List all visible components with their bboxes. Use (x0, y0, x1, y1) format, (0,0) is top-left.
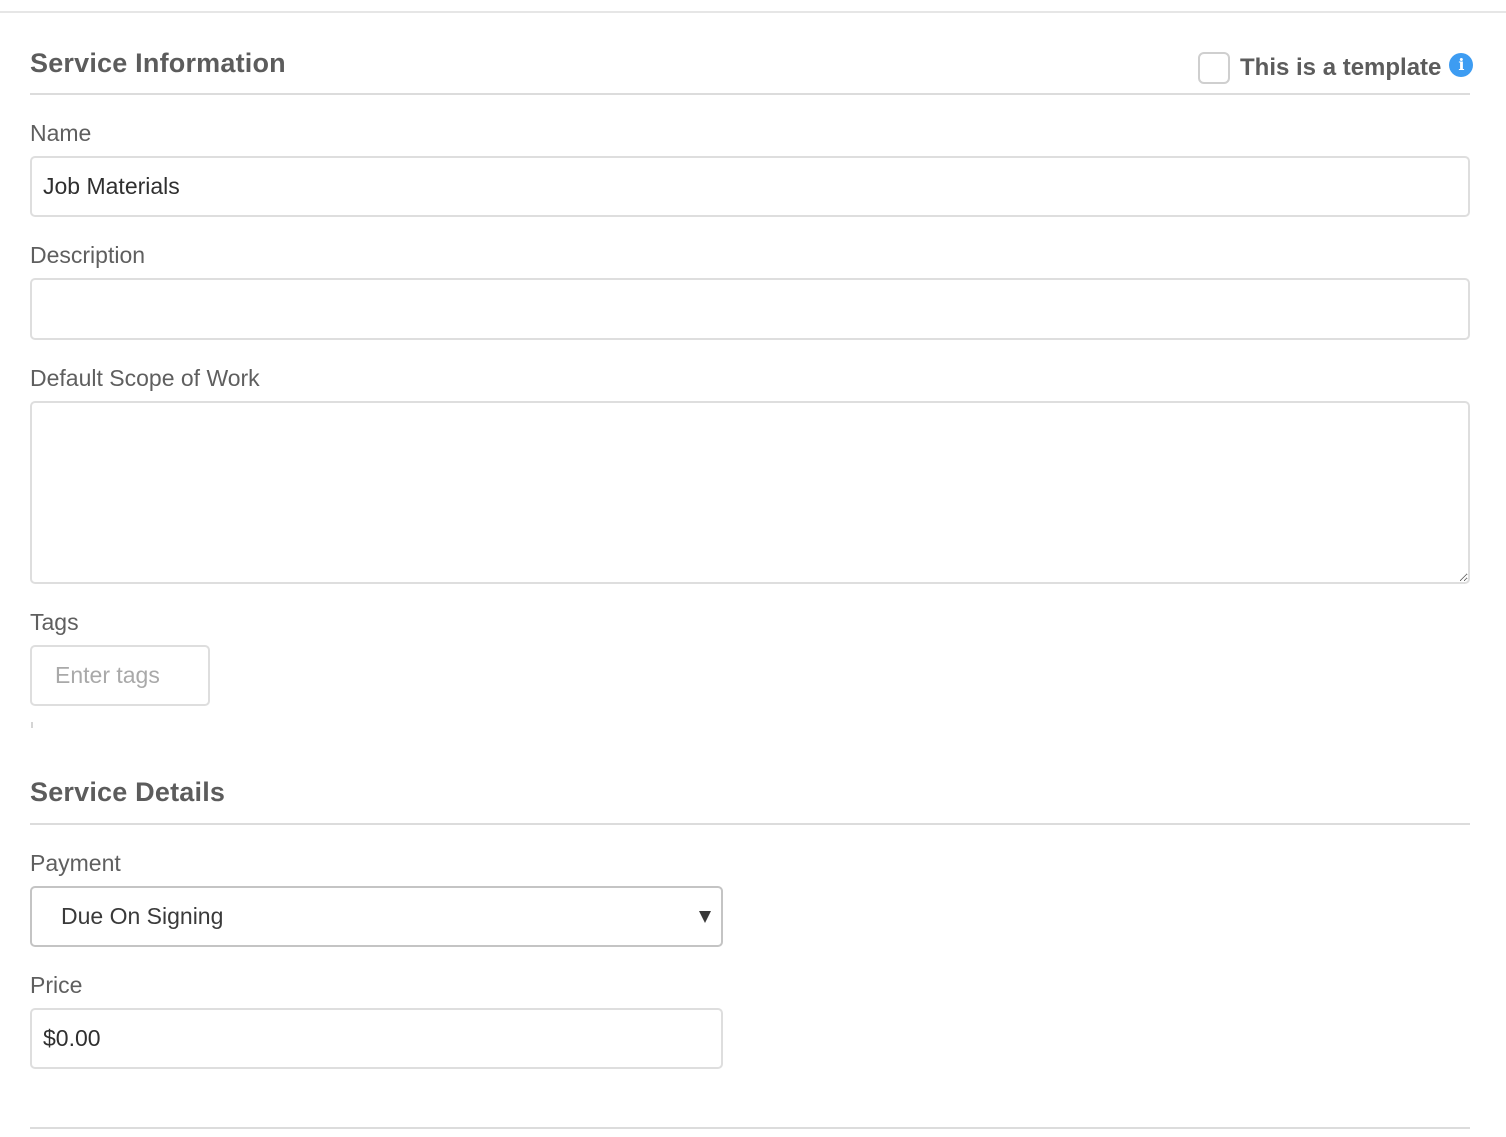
service-details-heading: Service Details (30, 777, 226, 807)
template-checkbox-control[interactable]: This is a template i (1198, 49, 1474, 86)
top-divider (0, 11, 1506, 13)
default-scope-of-work-textarea[interactable] (30, 401, 1470, 584)
payment-selected-value: Due On Signing (61, 903, 224, 929)
template-checkbox-label: This is a template (1240, 53, 1442, 81)
name-input[interactable] (30, 156, 1470, 217)
price-input[interactable] (30, 1008, 723, 1069)
payment-label: Payment (30, 850, 121, 876)
service-information-heading: Service Information (30, 48, 286, 78)
bottom-divider (30, 1127, 1470, 1129)
description-input[interactable] (30, 278, 1470, 340)
service-information-divider (30, 93, 1470, 95)
description-label: Description (30, 242, 146, 268)
tags-placeholder: Enter tags (55, 662, 160, 688)
tags-label: Tags (30, 609, 79, 635)
chevron-down-icon (699, 910, 711, 923)
service-details-divider (30, 823, 1470, 825)
default-scope-of-work-label: Default Scope of Work (30, 365, 260, 391)
template-checkbox[interactable] (1198, 51, 1230, 84)
tags-resize-mark (31, 722, 33, 728)
price-label: Price (30, 972, 83, 998)
payment-select[interactable]: Due On Signing (30, 886, 723, 947)
tags-input[interactable]: Enter tags (30, 645, 210, 706)
name-label: Name (30, 120, 92, 146)
info-icon[interactable]: i (1449, 52, 1474, 77)
